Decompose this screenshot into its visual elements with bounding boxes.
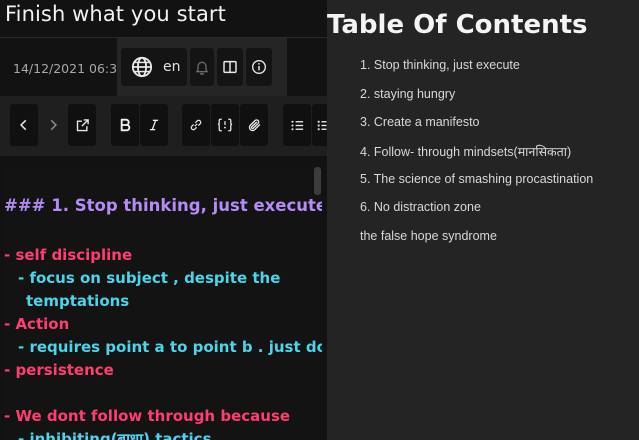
- language-label: en: [163, 59, 181, 75]
- note-info-button[interactable]: [246, 48, 272, 86]
- split-view-icon: [223, 60, 237, 74]
- chevron-left-icon: [20, 119, 27, 131]
- meta-row: 14/12/2021 06:33 en: [0, 38, 327, 96]
- chevron-right-icon: [50, 119, 57, 131]
- numbered-list-icon: [317, 120, 327, 130]
- info-icon: [252, 60, 266, 74]
- italic-button[interactable]: [140, 104, 168, 146]
- attach-file-button[interactable]: [240, 104, 268, 146]
- toggle-layout-button[interactable]: [217, 48, 243, 86]
- bold-icon: [120, 118, 131, 132]
- editor-sublist-item-continued: temptations: [26, 292, 130, 310]
- attachment-icon: [248, 118, 260, 131]
- editor-sublist-item: - inhibiting(बाधा) tactics: [18, 430, 212, 440]
- editor-sublist-item: - requires point a to point b . just do …: [18, 338, 322, 356]
- forward-button[interactable]: [39, 104, 67, 146]
- meta-toolbar: en: [117, 38, 287, 96]
- timestamp: 14/12/2021 06:33: [13, 61, 126, 76]
- link-icon: [190, 119, 202, 131]
- back-button[interactable]: [10, 104, 38, 146]
- toc-link[interactable]: 3. Create a manifesto: [360, 115, 480, 129]
- globe-icon: [131, 56, 153, 78]
- reminder-button[interactable]: [190, 48, 214, 86]
- preview-pane: Table Of Contents 1. Stop thinking, just…: [327, 0, 639, 440]
- editor-list-item: - We dont follow through because: [4, 407, 291, 425]
- italic-icon: [149, 119, 159, 131]
- note-title-input[interactable]: Finish what you start: [5, 2, 226, 26]
- editor-pane: Finish what you start 14/12/2021 06:33 e…: [0, 0, 327, 440]
- editor-heading-line: ### 1. Stop thinking, just execute: [4, 196, 322, 215]
- insert-link-button[interactable]: [182, 104, 210, 146]
- toc-link[interactable]: 5. The science of smashing procastinatio…: [360, 172, 593, 186]
- language-button[interactable]: en: [121, 48, 187, 86]
- editor-list-item: - persistence: [4, 361, 114, 379]
- markdown-toolbar: [0, 96, 327, 156]
- toc-link[interactable]: 1. Stop thinking, just execute: [360, 58, 520, 72]
- code-block-button[interactable]: [211, 104, 239, 146]
- bullet-list-button[interactable]: [283, 104, 311, 146]
- toc-link[interactable]: 4. Follow- through mindsets(मानसिकता): [360, 143, 571, 160]
- markdown-editor[interactable]: ### 1. Stop thinking, just execute - sel…: [4, 166, 322, 440]
- editor-list-item: - Action: [4, 315, 70, 333]
- code-block-icon: [217, 118, 233, 132]
- toc-heading: Table Of Contents: [327, 10, 588, 40]
- external-link-icon: [76, 118, 89, 131]
- bell-icon: [196, 61, 208, 75]
- open-external-button[interactable]: [68, 104, 96, 146]
- editor-scrollbar[interactable]: [314, 167, 321, 195]
- editor-sublist-item: - focus on subject , despite the: [18, 269, 281, 287]
- editor-list-item: - self discipline: [4, 246, 133, 264]
- preview-paragraph: the false hope syndrome: [360, 229, 497, 243]
- toc-link[interactable]: 2. staying hungry: [360, 87, 455, 101]
- bullet-list-icon: [290, 120, 303, 130]
- toc-link[interactable]: 6. No distraction zone: [360, 200, 481, 214]
- title-bar: Finish what you start: [0, 0, 327, 38]
- numbered-list-button[interactable]: [312, 104, 327, 146]
- bold-button[interactable]: [111, 104, 139, 146]
